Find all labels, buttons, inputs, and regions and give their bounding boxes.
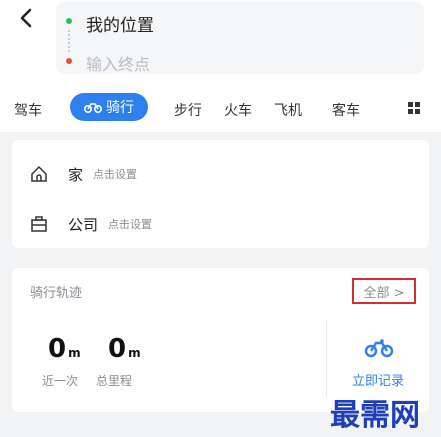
tab-train[interactable]: 火车 <box>224 100 252 120</box>
start-location-field[interactable]: 我的位置 <box>86 11 154 36</box>
total-distance-label: 总里程 <box>96 374 133 388</box>
route-connector <box>68 30 70 52</box>
start-recording-button[interactable]: 立即记录 <box>352 370 404 389</box>
more-modes-grid-icon[interactable] <box>408 102 420 114</box>
site-watermark: 最需网 <box>330 398 420 433</box>
tab-flight[interactable]: 飞机 <box>274 100 302 120</box>
place-home-name: 家 <box>68 165 84 184</box>
transport-mode-tabs: 驾车 骑行 步行 火车 飞机 客车 <box>0 86 441 132</box>
bicycle-icon <box>84 103 102 113</box>
recent-distance-label: 近一次 <box>42 374 79 388</box>
bicycle-icon[interactable] <box>364 338 394 358</box>
route-input-box: 我的位置 输入终点 <box>56 2 424 74</box>
destination-input[interactable]: 输入终点 <box>86 51 150 75</box>
tab-drive[interactable]: 驾车 <box>14 100 42 120</box>
tab-bus[interactable]: 客车 <box>332 100 360 120</box>
place-home-row[interactable]: 家 点击设置 <box>30 162 137 186</box>
place-company-row[interactable]: 公司 点击设置 <box>30 212 152 236</box>
track-title: 骑行轨迹 <box>30 286 83 301</box>
place-company-name: 公司 <box>68 215 99 234</box>
start-point-dot <box>66 18 72 24</box>
back-arrow-icon[interactable] <box>14 4 38 32</box>
saved-places-card: 家 点击设置 公司 点击设置 <box>12 140 429 248</box>
tab-cycling[interactable]: 骑行 <box>70 93 148 121</box>
place-company-hint: 点击设置 <box>108 218 153 231</box>
tab-walk[interactable]: 步行 <box>174 100 202 120</box>
place-home-hint: 点击设置 <box>93 168 138 181</box>
route-header: 我的位置 输入终点 <box>0 0 441 86</box>
total-distance-value: 0m <box>108 334 141 364</box>
tab-cycling-label: 骑行 <box>106 100 134 116</box>
stats-divider <box>326 320 327 396</box>
home-icon <box>31 165 47 182</box>
recent-distance-value: 0m <box>48 334 81 364</box>
end-point-dot <box>66 58 72 64</box>
briefcase-icon <box>31 216 47 232</box>
view-all-button[interactable]: 全部 > <box>352 278 416 304</box>
